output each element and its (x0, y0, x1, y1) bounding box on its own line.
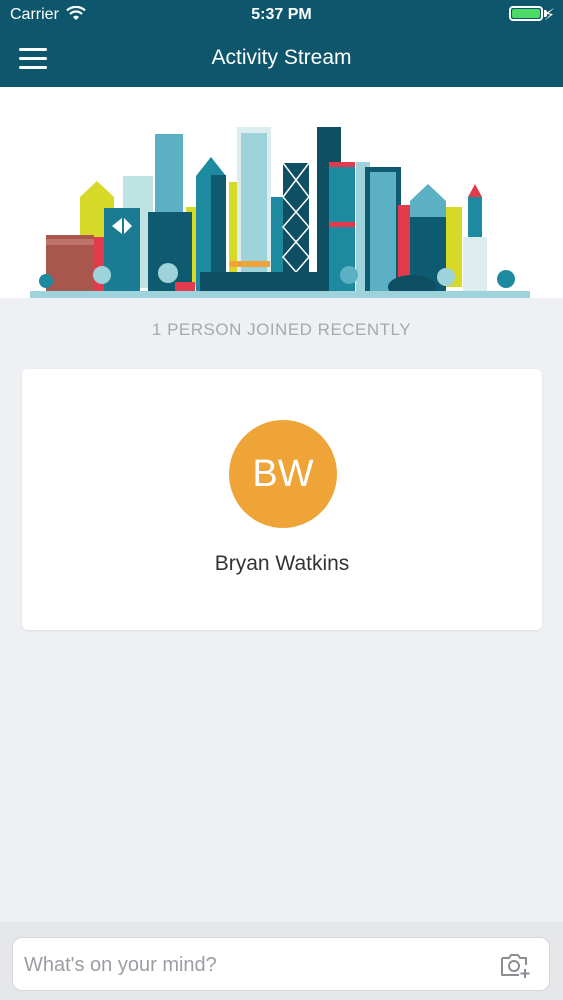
battery-icon (509, 6, 543, 21)
post-input-placeholder: What's on your mind? (24, 954, 217, 976)
section-title: 1 PERSON JOINED RECENTLY (151, 320, 412, 339)
post-composer: What's on your mind? (0, 922, 563, 1000)
city-skyline-banner (0, 87, 563, 298)
page-title: Activity Stream (211, 46, 352, 69)
city-skyline-illustration (30, 127, 530, 298)
post-input[interactable]: What's on your mind? (12, 937, 550, 991)
person-card[interactable]: BW Bryan Watkins (22, 369, 542, 630)
person-name[interactable]: Bryan Watkins (22, 552, 542, 576)
camera-add-icon[interactable] (499, 951, 531, 979)
battery-level (512, 9, 540, 18)
status-bar: Carrier 5:37 PM ⚡ (0, 0, 563, 32)
charging-icon: ⚡ (543, 7, 555, 24)
avatar[interactable]: BW (229, 420, 337, 528)
nav-bar: Activity Stream (0, 32, 563, 87)
app-header: Carrier 5:37 PM ⚡ Activity Stream (0, 0, 563, 87)
status-time: 5:37 PM (251, 6, 312, 23)
